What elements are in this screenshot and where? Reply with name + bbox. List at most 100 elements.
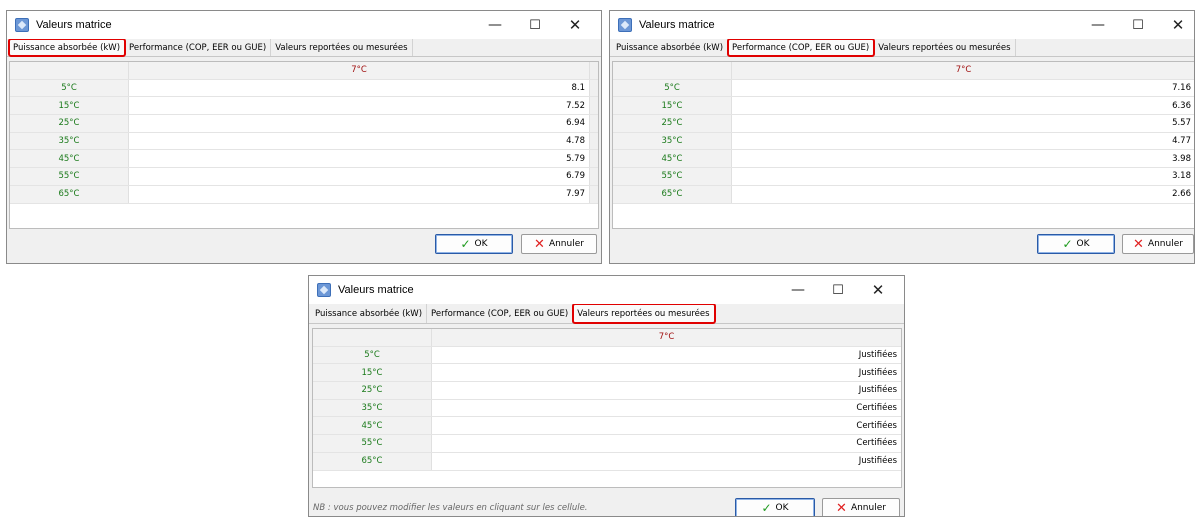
tab-valeurs[interactable]: Valeurs reportées ou mesurées (874, 39, 1016, 56)
value-cell[interactable]: 5.57 (732, 115, 1194, 132)
value-cell[interactable]: Certifiées (432, 435, 901, 452)
value-cell[interactable]: 7.97 (129, 186, 589, 203)
row-label: 25°C (613, 115, 732, 132)
value-cell[interactable]: 6.36 (732, 97, 1194, 114)
value-cell[interactable]: Justifiées (432, 382, 901, 399)
table-row: 25°C Justifiées (313, 382, 901, 400)
value-cell[interactable]: 8.1 (129, 80, 589, 97)
title-bar[interactable]: Valeurs matrice — ☐ ✕ (7, 11, 601, 39)
tab-performance[interactable]: Performance (COP, EER ou GUE) (727, 38, 876, 57)
matrix-window-1: Valeurs matrice — ☐ ✕ Puissance absorbée… (6, 10, 602, 264)
window-title: Valeurs matrice (36, 19, 112, 31)
ok-button[interactable]: ✓ OK (435, 234, 513, 254)
cancel-label: Annuler (548, 239, 584, 249)
cancel-label: Annuler (850, 503, 886, 513)
table-row: 25°C 6.94 (10, 115, 598, 133)
cross-icon: ✕ (836, 500, 847, 516)
tab-valeurs[interactable]: Valeurs reportées ou mesurées (271, 39, 413, 56)
minimize-icon[interactable]: — (475, 11, 515, 39)
row-label: 35°C (10, 132, 129, 150)
table-row: 15°C Justifiées (313, 364, 901, 383)
value-cell[interactable]: 5.79 (129, 150, 589, 167)
checkmark-icon: ✓ (460, 237, 471, 251)
row-label: 5°C (10, 79, 129, 97)
cancel-button[interactable]: ✕ Annuler (521, 234, 597, 254)
matrix-grid: 7°C 5°C 7.16 15°C 6.36 25°C 5.57 35°C 4.77 4… (612, 61, 1194, 229)
value-cell[interactable]: Certifiées (432, 400, 901, 417)
matrix-window-2: Valeurs matrice — ☐ ✕ Puissance absorbée… (609, 10, 1195, 264)
tab-valeurs[interactable]: Valeurs reportées ou mesurées (572, 303, 716, 324)
table-row: 35°C 4.77 (613, 132, 1194, 151)
corner-cell (313, 329, 432, 346)
matrix-grid: 7°C 5°C Justifiées 15°C Justifiées 25°C Jus… (312, 328, 902, 488)
ok-label: OK (474, 239, 488, 249)
cross-icon: ✕ (534, 236, 545, 252)
row-label: 65°C (10, 185, 129, 203)
row-label: 65°C (613, 185, 732, 203)
tab-puissance[interactable]: Puissance absorbée (kW) (612, 39, 729, 56)
tab-performance[interactable]: Performance (COP, EER ou GUE) (125, 39, 272, 56)
value-cell[interactable]: 3.18 (732, 168, 1194, 185)
tab-puissance[interactable]: Puissance absorbée (kW) (7, 38, 127, 57)
grid-header-row: 7°C (613, 62, 1194, 80)
table-row: 15°C 7.52 (10, 97, 598, 116)
ok-label: OK (775, 503, 789, 513)
table-row: 35°C Certifiées (313, 399, 901, 418)
minimize-icon[interactable]: — (778, 276, 818, 304)
row-label: 25°C (10, 115, 129, 132)
tab-puissance[interactable]: Puissance absorbée (kW) (311, 304, 428, 323)
column-header: 7°C (351, 65, 367, 76)
title-bar[interactable]: Valeurs matrice — ☐ ✕ (610, 11, 1194, 39)
value-cell[interactable]: 6.94 (129, 115, 589, 132)
value-cell[interactable]: 7.16 (732, 80, 1194, 97)
table-row: 25°C 5.57 (613, 115, 1194, 133)
value-cell[interactable]: Justifiées (432, 347, 901, 364)
table-row: 5°C 8.1 (10, 79, 598, 98)
title-bar[interactable]: Valeurs matrice — ☐ ✕ (309, 276, 904, 304)
maximize-icon[interactable]: ☐ (515, 11, 555, 39)
table-row: 55°C Certifiées (313, 435, 901, 453)
tab-bar: Puissance absorbée (kW) Performance (COP… (610, 38, 1194, 57)
value-cell[interactable]: 7.52 (129, 97, 589, 114)
maximize-icon[interactable]: ☐ (818, 276, 858, 304)
table-row: 65°C 2.66 (613, 185, 1194, 204)
close-icon[interactable]: ✕ (555, 11, 595, 39)
row-label: 15°C (10, 97, 129, 115)
value-cell[interactable]: 3.98 (732, 150, 1194, 167)
ok-button[interactable]: ✓ OK (1037, 234, 1115, 254)
row-label: 55°C (10, 168, 129, 185)
maximize-icon[interactable]: ☐ (1118, 11, 1158, 39)
close-icon[interactable]: ✕ (858, 276, 898, 304)
table-row: 35°C 4.78 (10, 132, 598, 151)
row-label: 55°C (613, 168, 732, 185)
table-row: 15°C 6.36 (613, 97, 1194, 116)
value-cell[interactable]: 4.78 (129, 133, 589, 150)
table-row: 65°C 7.97 (10, 185, 598, 204)
row-label: 65°C (313, 452, 432, 470)
row-label: 45°C (10, 150, 129, 168)
scrollbar[interactable] (589, 62, 598, 79)
row-label: 55°C (313, 435, 432, 452)
value-cell[interactable]: 6.79 (129, 168, 589, 185)
checkmark-icon: ✓ (761, 501, 772, 515)
checkmark-icon: ✓ (1062, 237, 1073, 251)
cancel-button[interactable]: ✕ Annuler (822, 498, 900, 516)
value-cell[interactable]: 2.66 (732, 186, 1194, 203)
value-cell[interactable]: Justifiées (432, 453, 901, 470)
value-cell[interactable]: Certifiées (432, 417, 901, 434)
value-cell[interactable]: 4.77 (732, 133, 1194, 150)
table-row: 65°C Justifiées (313, 452, 901, 471)
ok-button[interactable]: ✓ OK (735, 498, 815, 516)
app-icon (15, 18, 29, 32)
close-icon[interactable]: ✕ (1158, 11, 1194, 39)
table-row: 45°C 3.98 (613, 150, 1194, 169)
cancel-button[interactable]: ✕ Annuler (1122, 234, 1194, 254)
minimize-icon[interactable]: — (1078, 11, 1118, 39)
tab-performance[interactable]: Performance (COP, EER ou GUE) (427, 304, 574, 323)
column-header: 7°C (955, 65, 972, 76)
value-cell[interactable]: Justifiées (432, 364, 901, 381)
window-title: Valeurs matrice (639, 19, 715, 31)
app-icon (618, 18, 632, 32)
table-row: 55°C 3.18 (613, 168, 1194, 186)
table-row: 45°C Certifiées (313, 417, 901, 436)
